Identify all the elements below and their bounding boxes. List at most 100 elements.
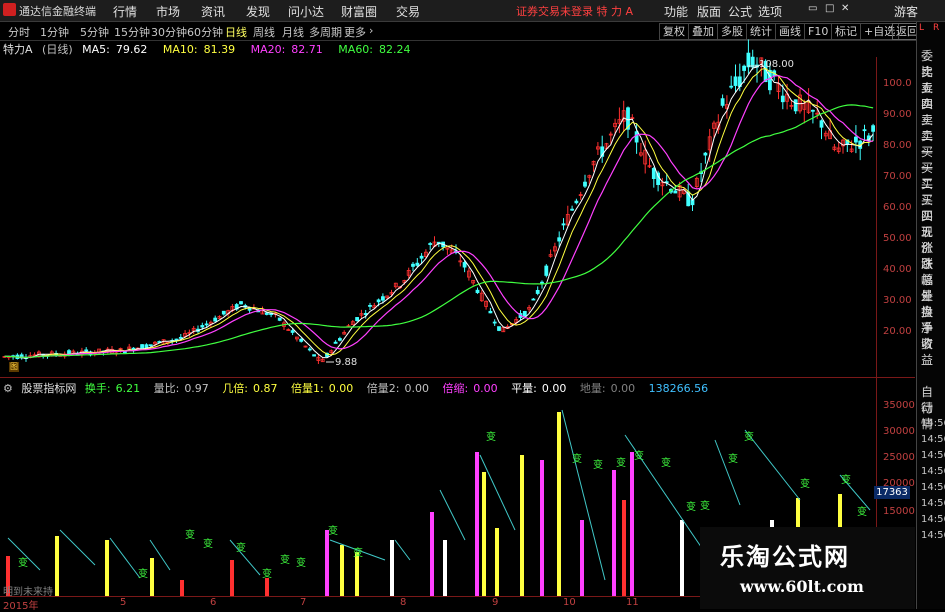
x-tick: 11 xyxy=(626,597,639,608)
quote-label: 涨幅 xyxy=(921,257,934,287)
panel-right-toggle[interactable]: R xyxy=(933,23,939,33)
candle-body xyxy=(174,338,179,341)
indicator-gear-icon[interactable]: ⚙ xyxy=(3,382,13,395)
double-vol1-readout: 倍量1: 0.00 xyxy=(291,382,358,395)
trend-line xyxy=(109,537,141,579)
candle-body xyxy=(497,326,501,331)
indicator-name[interactable]: 股票指标网 xyxy=(21,382,76,395)
candle-body xyxy=(583,181,587,187)
total-volume-value: 138266.56 xyxy=(648,382,709,395)
quote-label: 买二 xyxy=(921,161,934,191)
ma20-line xyxy=(4,74,874,359)
volume-bar xyxy=(580,520,584,596)
candle-body xyxy=(871,125,875,132)
candle-body xyxy=(819,120,824,128)
signal-marker: 变 xyxy=(728,452,738,465)
signal-marker: 变 xyxy=(634,449,644,462)
signal-marker: 变 xyxy=(18,556,28,569)
candle-body xyxy=(411,263,415,267)
candle-body xyxy=(204,323,209,326)
price-tick: 50.00 xyxy=(883,233,912,244)
volume-bar xyxy=(680,520,684,596)
quote-label: 卖二 xyxy=(921,113,934,143)
tick-header: 自动 xyxy=(921,385,934,415)
volume-bar xyxy=(495,528,499,596)
candle-body xyxy=(307,348,312,351)
signal-marker: 变 xyxy=(857,505,867,518)
candle-body xyxy=(415,262,420,266)
volume-bar xyxy=(540,460,544,596)
turnover-label: 换手: xyxy=(84,382,111,395)
quote-label: 换手 xyxy=(921,305,934,335)
tick-time: 14:56 xyxy=(921,418,945,429)
candle-body xyxy=(768,69,772,91)
candle-body xyxy=(634,131,639,143)
candle-body xyxy=(651,168,656,180)
vol-tick: 35000 xyxy=(883,400,915,411)
candle-body xyxy=(535,290,540,294)
volume-bar xyxy=(443,540,447,596)
kline-chart[interactable]: 变变变变 变变变 变变变变变变 变变变变 变变变变 变变 xyxy=(0,0,945,609)
ma10-line xyxy=(4,67,874,358)
price-tick: 80.00 xyxy=(883,140,912,151)
quote-label: 总量 xyxy=(921,273,934,303)
candle-body xyxy=(221,310,226,315)
shrink-value: 0.00 xyxy=(473,382,498,395)
quote-label: 买一 xyxy=(921,145,934,175)
x-tick: 7 xyxy=(300,597,307,608)
candle-body xyxy=(84,349,89,352)
signal-marker: 变 xyxy=(236,541,246,554)
tick-time: 14:56 xyxy=(921,482,945,493)
signal-marker: 变 xyxy=(486,430,496,443)
flat-vol-readout: 平量: 0.00 xyxy=(511,382,571,395)
x-tick: 6 xyxy=(210,597,217,608)
quote-label: 卖四 xyxy=(921,81,934,111)
volume-bar xyxy=(622,500,626,596)
double-vol1-value: 0.00 xyxy=(328,382,354,395)
quote-label: 收益 xyxy=(921,337,934,367)
x-tick: 9 xyxy=(492,597,499,608)
panel-left-toggle[interactable]: L xyxy=(919,23,924,33)
x-tick: 5 xyxy=(120,597,127,608)
candle-body xyxy=(419,255,424,259)
volume-bar xyxy=(630,452,634,596)
candle-body xyxy=(239,301,243,305)
candle-body xyxy=(522,311,527,317)
volume-bar xyxy=(482,472,486,596)
ground-vol-label: 地量: xyxy=(579,382,606,395)
candle-body xyxy=(720,98,725,106)
price-tick: 60.00 xyxy=(883,202,912,213)
candle-body xyxy=(264,312,269,315)
volume-bar xyxy=(55,536,59,596)
tick-header: 行情 xyxy=(921,401,934,431)
candle-body xyxy=(492,321,497,324)
multiple-value: 0.87 xyxy=(253,382,278,395)
signal-marker: 变 xyxy=(744,430,754,443)
trend-line xyxy=(439,489,466,541)
signal-marker: 变 xyxy=(841,473,851,486)
volume-bar xyxy=(180,580,184,596)
ma60-line xyxy=(4,104,874,359)
candle-body xyxy=(557,237,562,242)
panel-separator xyxy=(0,377,915,378)
ground-vol-readout: 地量: 0.00 xyxy=(580,382,640,395)
high-price-label: 108.00 xyxy=(759,59,794,70)
candle-body xyxy=(540,281,544,284)
multiple-readout: 几倍: 0.87 xyxy=(222,382,282,395)
candle-body xyxy=(531,298,536,301)
x-tick: 10 xyxy=(563,597,576,608)
candle-body xyxy=(462,262,467,268)
candle-body xyxy=(488,310,493,314)
volume-bar xyxy=(105,540,109,596)
candle-body xyxy=(368,304,372,307)
candle-body xyxy=(561,223,566,226)
volume-ratio-value: 0.97 xyxy=(184,382,209,395)
volume-bar xyxy=(390,540,394,596)
turnover-readout: 换手: 6.21 xyxy=(85,382,145,395)
candle-body xyxy=(312,354,317,357)
volume-bar xyxy=(557,412,561,596)
quote-label: 外盘 xyxy=(921,289,934,319)
trend-line xyxy=(714,439,741,506)
quote-labels: 委比 卖五 卖四 卖三 卖二 卖一 买一 买二 买三 买四 买五 现价 涨跌 涨幅 总量 外盘 换手 净资 收益 xyxy=(921,48,943,367)
quote-label: 净资 xyxy=(921,321,934,351)
